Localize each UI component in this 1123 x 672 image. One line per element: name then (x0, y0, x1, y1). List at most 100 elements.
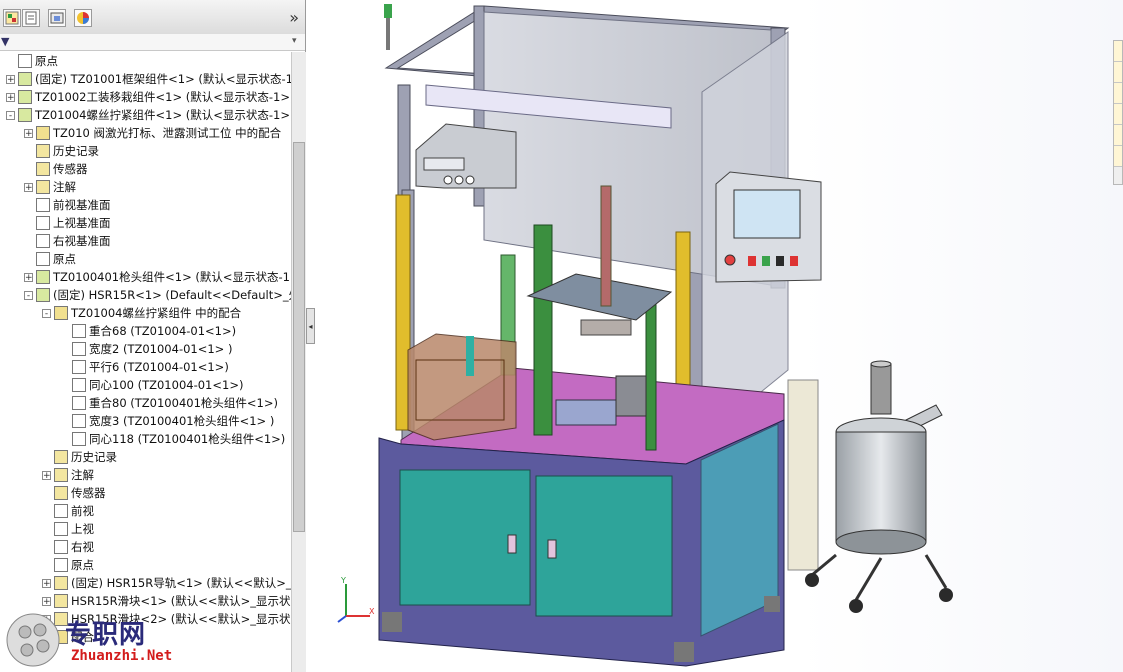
tree-expander-icon[interactable]: - (24, 291, 33, 301)
tree-expander-icon[interactable]: + (24, 273, 33, 283)
feature-manager-panel: » ▼ ▾ 原点 + (固定) TZ01001框架组件<1> (默认<显示状态-1>… (0, 0, 306, 672)
tree-item-label: 历史记录 (53, 144, 99, 158)
tree-item[interactable]: HSR15R滑块<1> (默认<<默认>_显示状 (54, 592, 290, 610)
tree-item[interactable]: 历史记录 (54, 448, 117, 466)
tree-item[interactable]: 重合80 (TZ0100401枪头组件<1>) (72, 394, 278, 412)
tree-item[interactable]: 宽度2 (TZ01004-01<1> ) (72, 340, 232, 358)
tree-expander-icon[interactable]: + (42, 579, 51, 589)
mates-folder-icon (54, 306, 68, 320)
tree-expander-icon[interactable]: + (24, 129, 33, 139)
tree-item[interactable]: 上视基准面 (36, 214, 111, 232)
tree-item[interactable]: TZ01004螺丝拧紧组件 中的配合 (54, 304, 241, 322)
tree-item[interactable]: 同心118 (TZ0100401枪头组件<1>) (72, 430, 285, 448)
feature-manager-tab[interactable] (3, 9, 21, 27)
tree-expander-icon[interactable]: + (42, 597, 51, 607)
tree-item[interactable]: 同心100 (TZ01004-01<1>) (72, 376, 243, 394)
tree-item[interactable]: 前视基准面 (36, 196, 111, 214)
tree-item-label: (固定) HSR15R导轨<1> (默认<<默认>_显 (71, 576, 291, 590)
tree-expander-icon[interactable]: + (24, 183, 33, 193)
assembly-tree-icon (5, 11, 19, 25)
watermark: 专职网 Zhuanzhi.Net (5, 612, 205, 668)
cabinet-foot (382, 612, 402, 632)
tree-item[interactable]: 注解 (36, 178, 76, 196)
tree-item[interactable]: 右视 (54, 538, 94, 556)
appearances-icon[interactable] (1114, 146, 1122, 167)
tree-expander-icon[interactable]: + (42, 471, 51, 481)
feature-tree: 原点 + (固定) TZ01001框架组件<1> (默认<显示状态-1> + TZ010… (0, 52, 291, 672)
appearance-icon (77, 12, 89, 24)
tree-item[interactable]: TZ0100401枪头组件<1> (默认<显示状态-1> (36, 268, 291, 286)
property-icon (25, 11, 37, 25)
origin-icon (54, 558, 68, 572)
property-manager-tab[interactable] (22, 9, 40, 27)
tree-item[interactable]: 原点 (54, 556, 94, 574)
graphics-viewport[interactable] (316, 0, 1123, 672)
tree-item-label: 平行6 (TZ01004-01<1>) (89, 360, 229, 374)
origin-icon (36, 252, 50, 266)
tree-expander-icon[interactable]: - (42, 309, 51, 319)
tree-item-label: 传感器 (71, 486, 106, 500)
tree-item[interactable]: 右视基准面 (36, 232, 111, 250)
plane-icon (36, 234, 50, 248)
hmi-control-panel (715, 171, 822, 283)
tree-item[interactable]: 宽度3 (TZ0100401枪头组件<1> ) (72, 412, 274, 430)
tree-item-label: 注解 (53, 180, 76, 194)
tree-item-label: TZ01002工装移栽组件<1> (默认<显示状态-1>) (35, 90, 291, 104)
tree-item[interactable]: 注解 (54, 466, 94, 484)
tree-item-label: (固定) TZ01001框架组件<1> (默认<显示状态-1> (35, 72, 291, 86)
filter-icon[interactable]: ▼ (1, 35, 9, 48)
tree-item-label: 原点 (53, 252, 76, 266)
tree-item[interactable]: (固定) TZ01001框架组件<1> (默认<显示状态-1> (18, 70, 291, 88)
tree-item[interactable]: 原点 (36, 250, 76, 268)
design-library-icon[interactable] (1114, 62, 1122, 83)
tree-item-label: 重合68 (TZ01004-01<1>) (89, 324, 237, 338)
scrollbar-thumb[interactable] (293, 142, 305, 532)
tree-item[interactable]: 上视 (54, 520, 94, 538)
filter-dropdown-icon[interactable]: ▾ (292, 36, 297, 46)
tree-scrollbar[interactable] (291, 52, 306, 672)
panel-tab-bar: » (0, 0, 305, 35)
resources-icon[interactable] (1114, 41, 1122, 62)
history-icon (54, 450, 68, 464)
tree-item[interactable]: 传感器 (36, 160, 88, 178)
tree-item[interactable]: 传感器 (54, 484, 106, 502)
tree-item[interactable]: 历史记录 (36, 142, 99, 160)
tree-expander-icon[interactable]: - (6, 111, 15, 121)
tree-item[interactable]: 重合68 (TZ01004-01<1>) (72, 322, 236, 340)
configuration-manager-tab[interactable] (48, 9, 66, 27)
watermark-title: 专职网 (65, 620, 147, 650)
right-task-pane-toolbar (1113, 40, 1123, 185)
history-icon (36, 144, 50, 158)
part-icon (54, 576, 68, 590)
tree-item-label: 历史记录 (71, 450, 117, 464)
display-manager-tab[interactable] (74, 9, 92, 27)
mates-folder-icon (36, 126, 50, 140)
fixture-box (407, 333, 517, 441)
file-explorer-icon[interactable] (1114, 83, 1122, 104)
tree-expander-icon[interactable]: + (6, 75, 15, 85)
tree-item[interactable]: 原点 (18, 52, 58, 70)
tree-filter-bar: ▼ ▾ (0, 34, 305, 51)
tree-item[interactable]: TZ01004螺丝拧紧组件<1> (默认<显示状态-1>) (18, 106, 291, 124)
tree-item-label: TZ0100401枪头组件<1> (默认<显示状态-1> (53, 270, 291, 284)
meter-box (415, 123, 517, 189)
tree-item[interactable]: (固定) HSR15R导轨<1> (默认<<默认>_显 (54, 574, 291, 592)
tree-item-label: 重合80 (TZ0100401枪头组件<1>) (89, 396, 278, 410)
tree-item[interactable]: (固定) HSR15R<1> (Default<<Default>_外观 (36, 286, 291, 304)
tree-item[interactable]: TZ010 阀激光打标、泄露测试工位 中的配合 (36, 124, 281, 142)
search-icon[interactable] (1114, 104, 1122, 125)
tree-item-label: 上视 (71, 522, 94, 536)
tree-item[interactable]: 前视 (54, 502, 94, 520)
tree-item-label: HSR15R滑块<1> (默认<<默认>_显示状 (71, 594, 291, 608)
coincident-mate-icon (72, 396, 86, 410)
configuration-icon (50, 12, 64, 24)
tree-item[interactable]: 平行6 (TZ01004-01<1>) (72, 358, 229, 376)
subassembly-icon (18, 72, 32, 86)
parallel-mate-icon (72, 360, 86, 374)
tree-item[interactable]: TZ01002工装移栽组件<1> (默认<显示状态-1>) (18, 88, 291, 106)
triad-x-label: X (369, 607, 375, 616)
expand-panel-chevron-icon[interactable]: » (289, 8, 299, 27)
view-palette-icon[interactable] (1114, 125, 1122, 146)
panel-collapse-handle[interactable]: ◂ (306, 308, 315, 344)
tree-expander-icon[interactable]: + (6, 93, 15, 103)
